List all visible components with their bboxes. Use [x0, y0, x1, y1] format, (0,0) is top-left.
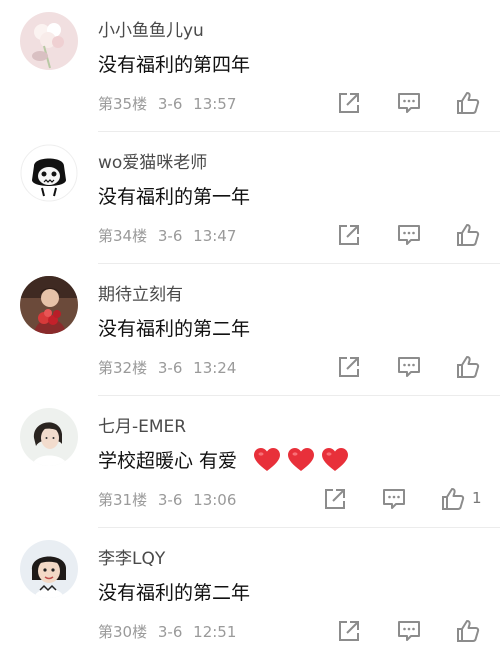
comment-time: 13:47: [193, 227, 237, 245]
floor-number: 第35楼: [98, 95, 148, 113]
comment-text: 没有福利的第二年: [98, 578, 250, 605]
comment-time: 13:57: [193, 95, 237, 113]
comment-time: 13:06: [193, 491, 237, 509]
reply-button[interactable]: [396, 354, 422, 380]
share-button[interactable]: [336, 354, 362, 380]
person-flowers-avatar-icon: [20, 276, 78, 334]
thumbs-up-icon: [457, 224, 480, 246]
comment-text: 没有福利的第二年: [98, 314, 250, 341]
thumbs-up-icon: [457, 92, 480, 114]
username[interactable]: 李李LQY: [98, 544, 165, 569]
avatar[interactable]: [20, 408, 78, 466]
comment-date: 3-6: [157, 95, 183, 113]
cat-mask-avatar-icon: [20, 144, 78, 202]
comment-date: 3-6: [157, 623, 183, 641]
comment-text-content: 没有福利的第四年: [98, 54, 251, 76]
comment-icon: [398, 357, 420, 377]
thumbs-up-icon: [457, 620, 480, 642]
thumbs-up-icon: [442, 488, 465, 510]
comment-item: 李李LQY 没有福利的第二年 第30楼 3-6 12:51: [0, 528, 500, 645]
share-button[interactable]: [336, 222, 362, 248]
comment-text-content: 学校超暖心 有爱: [98, 450, 238, 472]
girl-avatar-icon: [20, 408, 78, 466]
comment-icon: [383, 489, 405, 509]
like-count: 1: [472, 489, 482, 507]
share-icon: [339, 225, 359, 245]
username[interactable]: 七月-EMER: [98, 412, 186, 437]
reply-button[interactable]: [396, 222, 422, 248]
comment-icon: [398, 621, 420, 641]
avatar[interactable]: [20, 12, 78, 70]
comment-date: 3-6: [157, 491, 183, 509]
comment-item: wo爱猫咪老师 没有福利的第一年 第34楼 3-6 13:47: [0, 132, 500, 264]
comment-meta: 第30楼 3-6 12:51: [98, 621, 242, 642]
comment-icon: [398, 93, 420, 113]
comment-text-content: 没有福利的第二年: [98, 582, 251, 604]
child-avatar-icon: [20, 540, 78, 598]
like-button[interactable]: [455, 618, 481, 644]
avatar[interactable]: [20, 276, 78, 334]
comment-text-content: 没有福利的第一年: [98, 186, 251, 208]
comment-item: 小小鱼鱼儿yu 没有福利的第四年 第35楼 3-6 13:57: [0, 0, 500, 132]
comment-text-content: 没有福利的第二年: [98, 318, 251, 340]
username[interactable]: 小小鱼鱼儿yu: [98, 16, 204, 41]
comment-item: 期待立刻有 没有福利的第二年 第32楼 3-6 13:24: [0, 264, 500, 396]
like-button[interactable]: [455, 90, 481, 116]
reply-button[interactable]: [396, 90, 422, 116]
share-icon: [339, 621, 359, 641]
comment-time: 13:24: [193, 359, 237, 377]
share-button[interactable]: [336, 618, 362, 644]
avatar[interactable]: [20, 144, 78, 202]
comment-date: 3-6: [157, 359, 183, 377]
comment-icon: [398, 225, 420, 245]
share-icon: [325, 489, 345, 509]
like-button[interactable]: [455, 354, 481, 380]
thumbs-up-icon: [457, 356, 480, 378]
username[interactable]: 期待立刻有: [98, 280, 183, 305]
share-button[interactable]: [336, 90, 362, 116]
like-button[interactable]: [440, 486, 466, 512]
comment-text: 学校超暖心 有爱: [98, 446, 349, 473]
comment-text: 没有福利的第一年: [98, 182, 250, 209]
like-button[interactable]: [455, 222, 481, 248]
comment-meta: 第34楼 3-6 13:47: [98, 225, 242, 246]
avatar[interactable]: [20, 540, 78, 598]
comment-time: 12:51: [193, 623, 237, 641]
comment-meta: 第32楼 3-6 13:24: [98, 357, 242, 378]
red-heart-icon: [254, 447, 281, 471]
red-heart-icon: [288, 447, 315, 471]
reply-button[interactable]: [381, 486, 407, 512]
floor-number: 第32楼: [98, 359, 148, 377]
floor-number: 第31楼: [98, 491, 148, 509]
comment-item: 七月-EMER 学校超暖心 有爱 第31楼 3-6 13:06 1: [0, 396, 500, 528]
flower-avatar-icon: [20, 12, 78, 70]
comment-date: 3-6: [157, 227, 183, 245]
reply-button[interactable]: [396, 618, 422, 644]
comment-meta: 第31楼 3-6 13:06: [98, 489, 242, 510]
share-icon: [339, 93, 359, 113]
comment-meta: 第35楼 3-6 13:57: [98, 93, 242, 114]
red-heart-icon: [322, 447, 349, 471]
floor-number: 第30楼: [98, 623, 148, 641]
share-button[interactable]: [322, 486, 348, 512]
username[interactable]: wo爱猫咪老师: [98, 148, 207, 173]
floor-number: 第34楼: [98, 227, 148, 245]
share-icon: [339, 357, 359, 377]
comment-text: 没有福利的第四年: [98, 50, 250, 77]
heart-emojis: [253, 447, 349, 473]
